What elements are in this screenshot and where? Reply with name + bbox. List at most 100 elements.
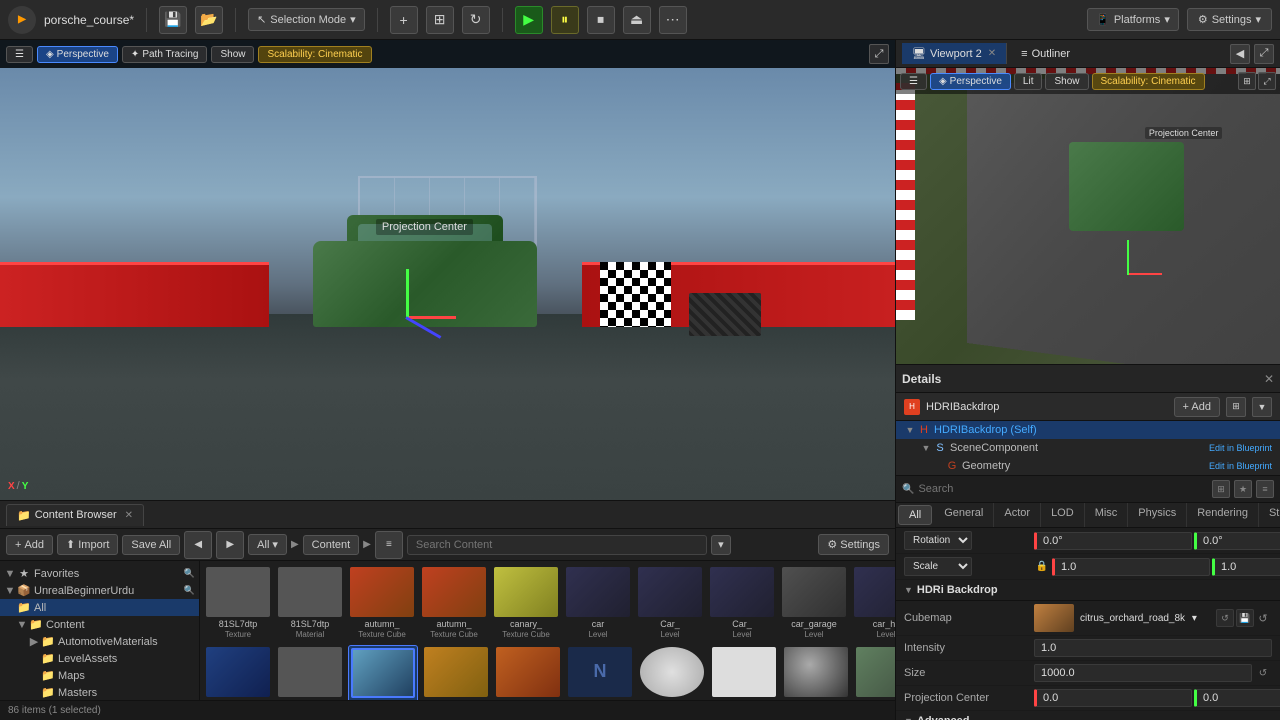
list-item[interactable]: 81SL7dtp Texture (204, 565, 272, 641)
search-dropdown-button[interactable]: ▾ (711, 535, 731, 555)
hdri-section-header[interactable]: ▼ HDRi Backdrop (896, 580, 1280, 601)
rotation-y-input[interactable] (1194, 532, 1280, 550)
viewport2-scene[interactable]: ☰ ◈ Perspective Lit Show Scalability: Ci… (896, 68, 1280, 364)
eject-button[interactable]: ⏏ (623, 6, 651, 34)
maximize-button[interactable]: ⤢ (869, 44, 889, 64)
tab-lod[interactable]: LOD (1041, 503, 1085, 527)
cubemap-reset-button[interactable]: ↺ (1254, 612, 1272, 625)
scale-lock-button[interactable]: 🔒 (1034, 559, 1050, 575)
history-forward-button[interactable]: ▶ (216, 531, 244, 559)
outliner-tab[interactable]: ≡ Outliner (1011, 44, 1080, 64)
list-item[interactable]: ho... Level (494, 645, 562, 700)
tab-physics[interactable]: Physics (1128, 503, 1187, 527)
list-item[interactable]: car_ Level (276, 645, 344, 700)
content-folder[interactable]: ▼ 📁 Content (0, 616, 199, 633)
selection-mode-button[interactable]: ↖ Selection Mode ▾ (248, 8, 365, 31)
search-star-button[interactable]: ★ (1234, 480, 1252, 498)
save-all-button[interactable]: Save All (122, 535, 180, 555)
more-options-button[interactable]: ⋯ (659, 6, 687, 34)
pause-button[interactable]: ⏸ (551, 6, 579, 34)
list-item[interactable]: N NAFAY3D (566, 645, 634, 700)
tab-all[interactable]: All (898, 505, 932, 525)
cubemap-browse-button[interactable]: ↺ (1216, 609, 1234, 627)
list-item[interactable] (710, 645, 778, 700)
proj-x-input[interactable] (1034, 689, 1192, 707)
vp2-maximize-button[interactable]: ⤢ (1254, 44, 1274, 64)
edit-blueprint-geom[interactable]: Edit in Blueprint (1209, 461, 1272, 471)
list-item[interactable] (638, 645, 706, 700)
vp2-layout-button[interactable]: ⊞ (1238, 72, 1256, 90)
list-item[interactable]: car_garage Level (780, 565, 848, 641)
content-browser-tab[interactable]: 📁 Content Browser ✕ (6, 504, 144, 526)
add-actor-button[interactable]: + (390, 6, 418, 34)
favorites-section[interactable]: ▼ ★ Favorites 🔍 (0, 565, 199, 582)
content-breadcrumb[interactable]: Content (303, 535, 360, 555)
project-section[interactable]: ▼ 📦 UnrealBeginnerUrdu 🔍 (0, 582, 199, 599)
proj-y-input[interactable] (1194, 689, 1280, 707)
scalability-button[interactable]: Scalability: Cinematic (258, 46, 371, 63)
save-button[interactable]: 💾 (159, 6, 187, 34)
stop-button[interactable]: ⏹ (587, 6, 615, 34)
vp2-maximize-view-button[interactable]: ⤢ (1258, 72, 1276, 90)
component-options-button[interactable]: ⊞ (1226, 397, 1246, 417)
maps-folder[interactable]: 📁 Maps (0, 667, 199, 684)
vp2-scalability-button[interactable]: Scalability: Cinematic (1092, 73, 1205, 90)
masters-folder[interactable]: 📁 Masters (0, 684, 199, 700)
perspective-button[interactable]: ◈ Perspective (37, 46, 118, 63)
list-item[interactable]: autumn_ Texture Cube (348, 565, 416, 641)
viewport2-tab[interactable]: 🖥 Viewport 2 ✕ (902, 43, 1007, 64)
vp2-perspective-button[interactable]: ◈ Perspective (930, 73, 1011, 90)
list-item[interactable]: car_hil Level (852, 565, 895, 641)
open-button[interactable]: 📂 (195, 6, 223, 34)
list-item[interactable]: canary_ Texture Cube (492, 565, 560, 641)
path-tracing-button[interactable]: ✦ Path Tracing (122, 46, 208, 63)
advanced-section-header[interactable]: ▼ Advanced (896, 711, 1280, 720)
viewport2-close[interactable]: ✕ (988, 48, 996, 59)
tab-misc[interactable]: Misc (1085, 503, 1129, 527)
add-content-button[interactable]: + Add (6, 535, 53, 555)
tab-rendering[interactable]: Rendering (1187, 503, 1259, 527)
rotation-type-select[interactable]: Rotation Location Scale (904, 531, 972, 550)
all-folder[interactable]: 📁 All (0, 599, 199, 616)
show-button[interactable]: Show (211, 46, 254, 63)
list-item[interactable]: Car_ Level (708, 565, 776, 641)
list-item[interactable]: Car_ Level (636, 565, 704, 641)
project-search-icon[interactable]: 🔍 (184, 585, 195, 596)
list-item[interactable]: mustang_ Level (854, 645, 895, 700)
cb-settings-button[interactable]: ⚙ Settings (818, 534, 889, 555)
automotive-folder[interactable]: ▶ 📁 AutomotiveMaterials (0, 633, 199, 650)
favorites-search-icon[interactable]: 🔍 (184, 568, 195, 579)
list-item[interactable]: autumn_ Texture Cube (420, 565, 488, 641)
search-filter-button[interactable]: ≡ (1256, 480, 1274, 498)
vp2-lit-button[interactable]: Lit (1014, 73, 1043, 90)
cubemap-save-button[interactable]: 💾 (1236, 609, 1254, 627)
tab-actor[interactable]: Actor (994, 503, 1041, 527)
size-reset-button[interactable]: ↺ (1254, 664, 1272, 682)
tree-item-geometry[interactable]: G Geometry Edit in Blueprint (896, 457, 1280, 475)
details-search-input[interactable] (918, 483, 1208, 495)
grid-snap-button[interactable]: ⊞ (426, 6, 454, 34)
play-button[interactable]: ▶ (515, 6, 543, 34)
rotation-x-input[interactable] (1034, 532, 1192, 550)
tree-item-self[interactable]: ▼ H HDRIBackdrop (Self) (896, 421, 1280, 439)
viewport-menu-button[interactable]: ☰ (6, 46, 33, 63)
search-grid-button[interactable]: ⊞ (1212, 480, 1230, 498)
scale-x-input[interactable] (1052, 558, 1210, 576)
rotate-snap-button[interactable]: ↻ (462, 6, 490, 34)
vp2-minimize-button[interactable]: ◀ (1230, 44, 1250, 64)
vp2-show-button[interactable]: Show (1045, 73, 1088, 90)
intensity-input[interactable] (1034, 639, 1272, 657)
tree-item-scene[interactable]: ▼ S SceneComponent Edit in Blueprint (896, 439, 1280, 457)
list-item[interactable]: 81SL7dtp Material (276, 565, 344, 641)
scale-y-input[interactable] (1212, 558, 1280, 576)
levelassets-folder[interactable]: 📁 LevelAssets (0, 650, 199, 667)
platforms-button[interactable]: 📱 Platforms ▾ (1087, 8, 1179, 31)
edit-blueprint-scene[interactable]: Edit in Blueprint (1209, 443, 1272, 453)
history-back-button[interactable]: ◀ (184, 531, 212, 559)
tab-general[interactable]: General (934, 503, 994, 527)
size-input[interactable] (1034, 664, 1252, 682)
content-search-input[interactable] (407, 535, 707, 555)
list-item[interactable] (782, 645, 850, 700)
filter-button[interactable]: ≡ (375, 531, 403, 559)
add-component-button[interactable]: + Add (1174, 397, 1220, 417)
